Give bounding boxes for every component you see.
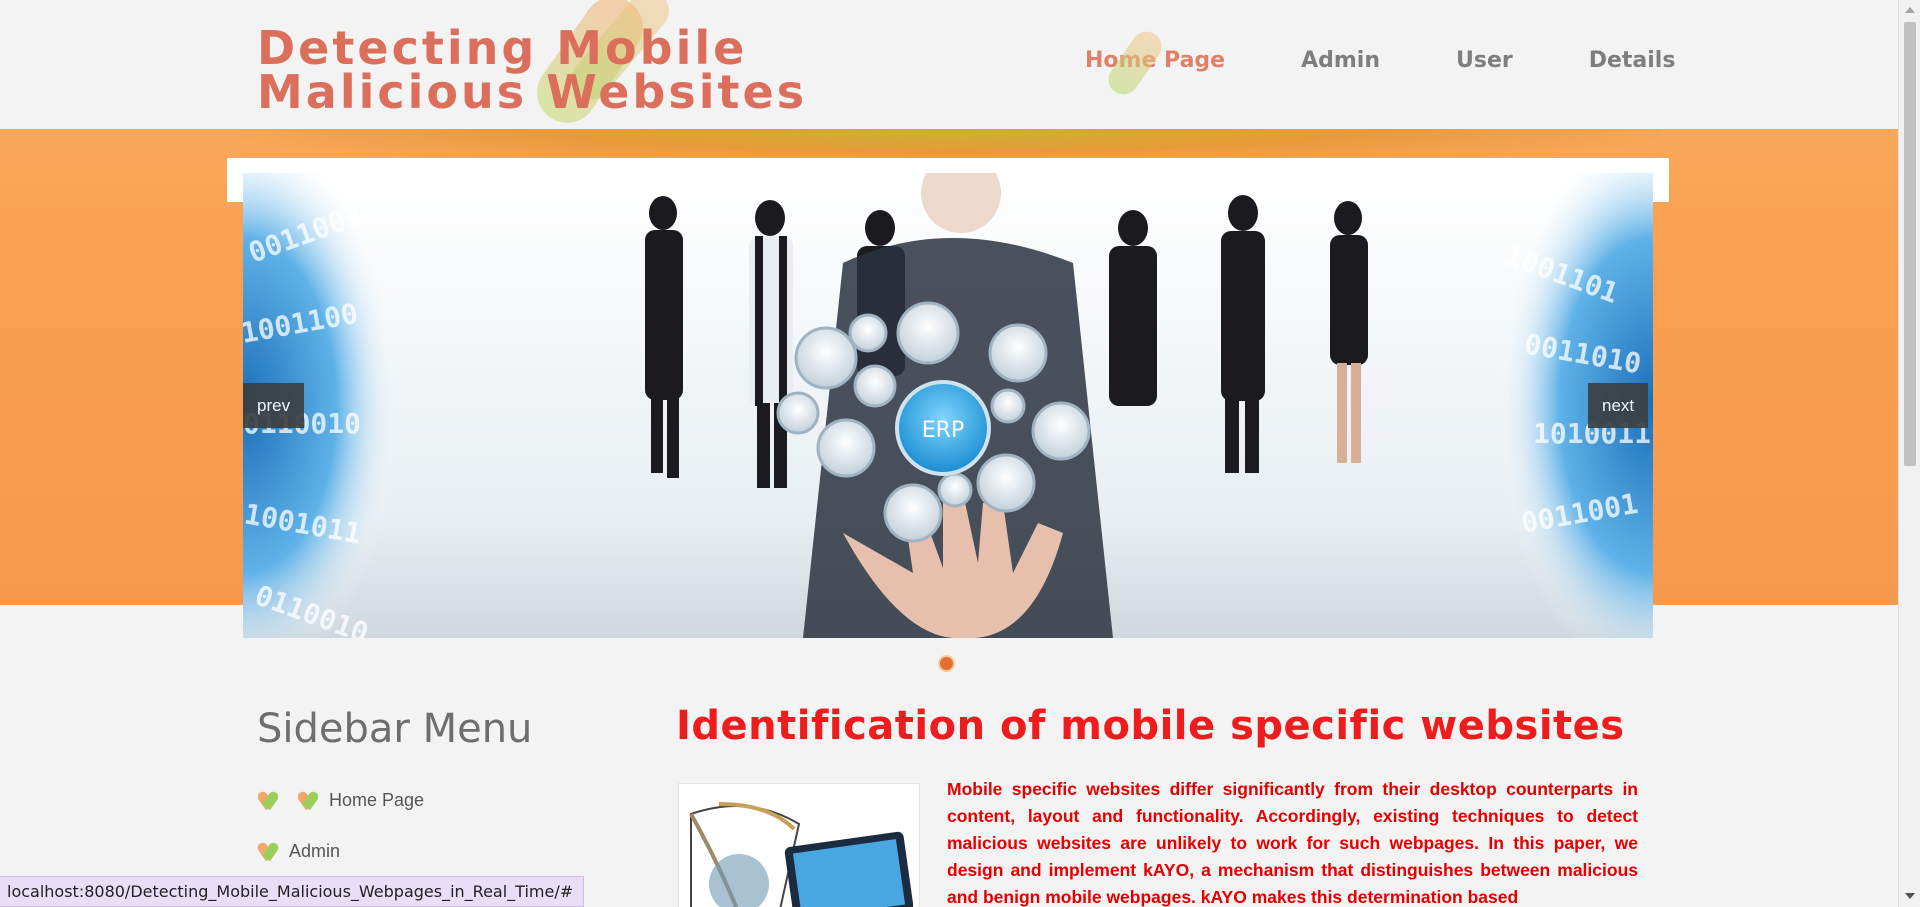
heart-icon [257,789,279,811]
site-title[interactable]: Detecting Mobile Malicious Websites [257,25,1017,115]
sidebar-title: Sidebar Menu [257,706,533,752]
nav-details[interactable]: Details [1589,48,1676,73]
site-header: Detecting Mobile Malicious Websites Home… [0,0,1898,135]
slide-image: 0011001 1001100 0110010 1001011 0110010 … [243,173,1653,638]
sidebar-item-label: Admin [289,840,341,861]
erp-badge: ERP [922,418,964,443]
link-status-bar: localhost:8080/Detecting_Mobile_Maliciou… [0,876,585,907]
scroll-down-icon[interactable] [1905,893,1915,899]
heart-icon [257,840,279,862]
nav-admin[interactable]: Admin [1301,48,1380,73]
image-slider[interactable]: 0011001 1001100 0110010 1001011 0110010 … [243,173,1653,638]
sidebar-item-home-page[interactable]: Home Page [257,789,424,811]
nav-home-page[interactable]: Home Page [1085,25,1225,101]
prev-button[interactable]: prev [243,383,305,428]
sidebar-item-label: Home Page [329,789,425,810]
content-paragraph: Mobile specific websites differ signific… [947,779,1638,907]
content-image [678,783,920,907]
sidebar-item-admin[interactable]: Admin [257,840,340,862]
nav-user[interactable]: User [1456,48,1513,73]
heart-icon [297,789,319,811]
next-button[interactable]: next [1588,383,1649,428]
content-title: Identification of mobile specific websit… [676,703,1625,749]
main-nav: Home Page Admin User Details [1085,25,1751,101]
slider-dot-active[interactable] [940,657,953,670]
scroll-up-icon[interactable] [1905,7,1915,13]
vertical-scrollbar[interactable] [1898,0,1920,907]
scrollbar-thumb[interactable] [1904,22,1916,466]
